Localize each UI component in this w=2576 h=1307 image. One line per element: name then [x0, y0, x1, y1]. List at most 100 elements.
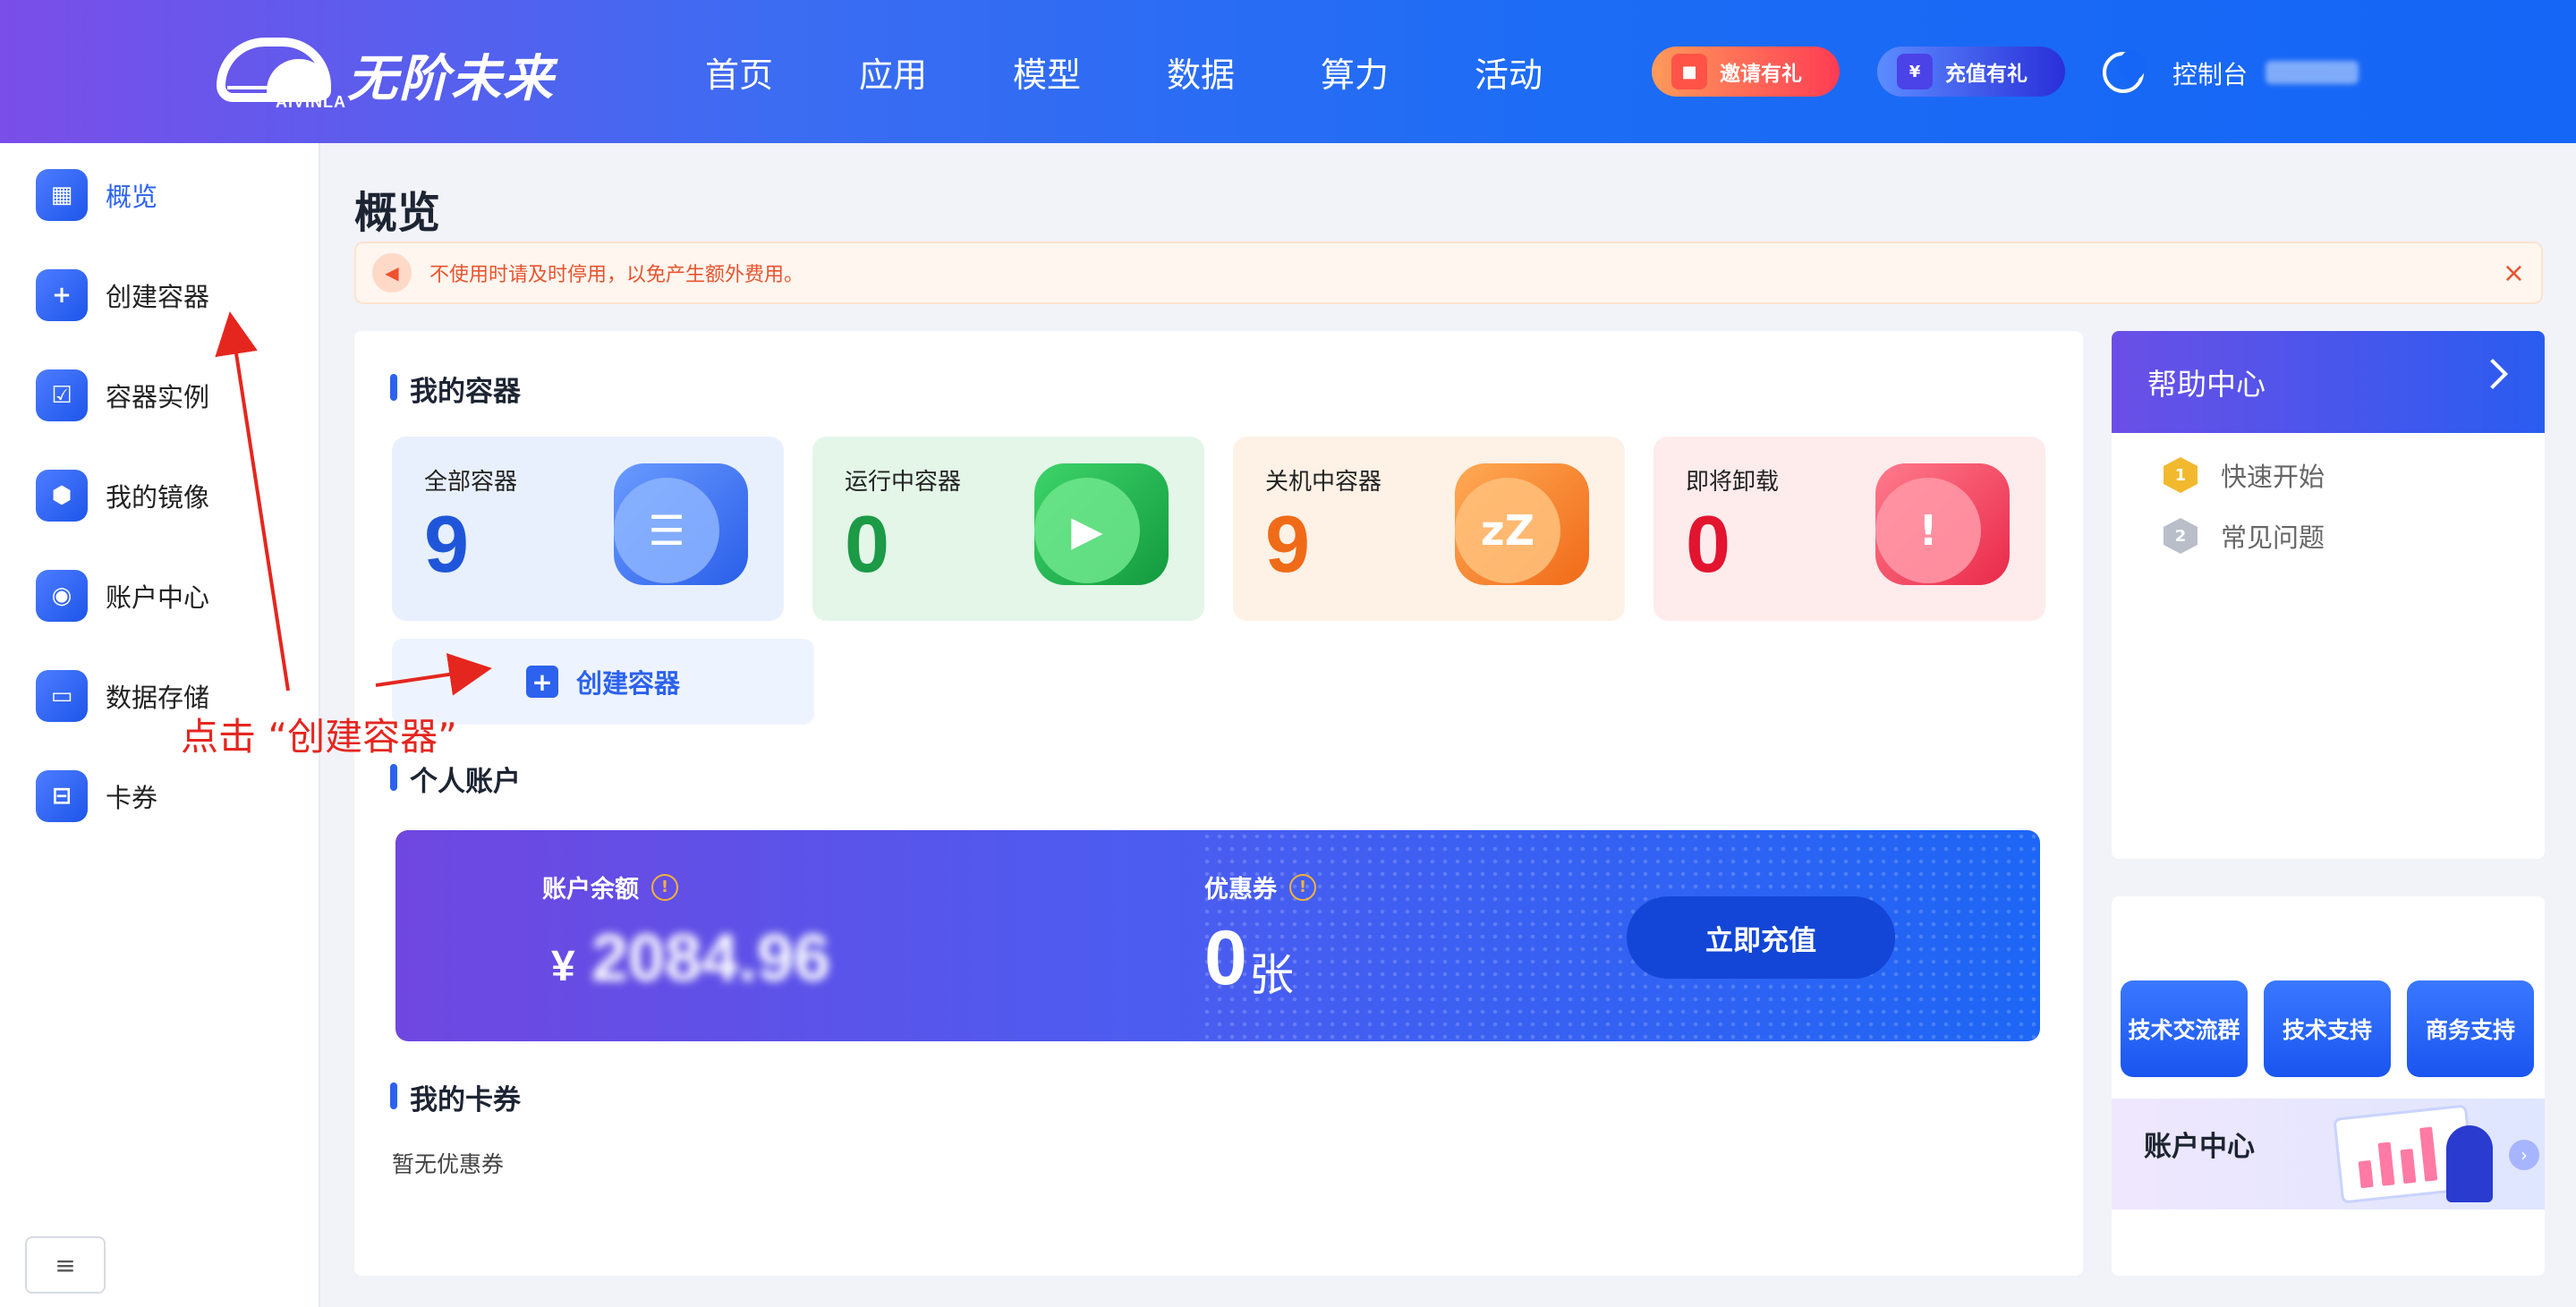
- close-icon[interactable]: ×: [2503, 258, 2525, 289]
- medal-2-icon: 2: [2164, 518, 2198, 554]
- sidebar-item-label: 容器实例: [106, 382, 210, 412]
- balance-amount: ¥ 2084.96: [551, 920, 830, 996]
- stat-running-containers[interactable]: 运行中容器 0 ▶: [812, 437, 1204, 621]
- section-title-account: 个人账户: [390, 759, 521, 799]
- coupon-icon: ⊟: [36, 770, 88, 822]
- nav-data[interactable]: 数据: [1124, 47, 1278, 97]
- account-center-banner[interactable]: 账户中心 ›: [2112, 1099, 2545, 1209]
- coupon-label-row: 优惠券 !: [1204, 870, 1316, 904]
- sidebar-item-account[interactable]: ◉ 账户中心: [36, 567, 209, 624]
- overview-icon: ▦: [36, 169, 88, 221]
- stat-label: 全部容器: [424, 469, 518, 496]
- sidebar-item-label: 创建容器: [106, 282, 210, 312]
- stat-value: 9: [1265, 500, 1311, 590]
- cloud-logo-icon: AIVINLA: [213, 34, 345, 115]
- notice-text: 不使用时请及时停用，以免产生额外费用。: [429, 264, 804, 286]
- sidebar-item-create-container[interactable]: + 创建容器: [36, 267, 209, 324]
- main-card: 我的容器 全部容器 9 ☰ 运行中容器 0 ▶ 关机中容器 9 zZ 即将卸载 …: [354, 331, 2083, 1276]
- info-icon[interactable]: !: [651, 873, 678, 901]
- images-icon: ⬢: [36, 470, 88, 522]
- invite-label: 邀请有礼: [1720, 63, 1802, 86]
- stat-stopped-containers[interactable]: 关机中容器 9 zZ: [1233, 437, 1625, 621]
- brand-sub: AIVINLA: [276, 93, 346, 111]
- info-icon[interactable]: !: [1289, 873, 1316, 901]
- sidebar-item-overview[interactable]: ▦ 概览: [36, 166, 157, 224]
- sidebar-item-instances[interactable]: ☑ 容器实例: [36, 367, 209, 424]
- chevron-right-icon[interactable]: ›: [2509, 1140, 2539, 1170]
- stat-unloading-containers[interactable]: 即将卸载 0 !: [1654, 437, 2045, 621]
- plus-box-icon: +: [36, 269, 88, 321]
- coupon-unit: 张: [1249, 949, 1294, 1001]
- brand-name: 无阶未来: [347, 49, 555, 108]
- help-center-title: 帮助中心: [2147, 367, 2266, 402]
- instances-icon: ☑: [36, 369, 88, 421]
- sidebar-item-label: 账户中心: [106, 582, 210, 613]
- balance-label-row: 账户余额 !: [542, 870, 678, 904]
- account-banner-title: 账户中心: [2144, 1131, 2255, 1163]
- section-title-containers: 我的容器: [390, 369, 521, 409]
- empty-coupons-text: 暂无优惠券: [392, 1151, 505, 1177]
- stat-label: 运行中容器: [845, 469, 962, 496]
- nav-events[interactable]: 活动: [1432, 47, 1586, 97]
- stat-value: 9: [424, 500, 470, 590]
- page-title: 概览: [354, 188, 441, 238]
- stat-value: 0: [845, 500, 890, 590]
- help-item-faq[interactable]: 2 常见问题: [2164, 517, 2325, 555]
- megaphone-icon: ◀: [372, 253, 412, 293]
- help-center-card: 帮助中心 1 快速开始 2 常见问题: [2112, 331, 2545, 859]
- medal-1-icon: 1: [2164, 457, 2198, 493]
- theme-toggle-icon[interactable]: [2103, 50, 2146, 93]
- brand-logo[interactable]: AIVINLA 无阶未来: [213, 34, 589, 115]
- sleep-icon: zZ: [1455, 463, 1589, 585]
- invite-button[interactable]: ■ 邀请有礼: [1652, 47, 1840, 97]
- ticket-icon: ¥: [1897, 54, 1933, 89]
- create-container-label: 创建容器: [575, 668, 680, 699]
- sidebar-item-label: 概览: [106, 182, 158, 212]
- plus-box-icon: +: [525, 666, 558, 698]
- business-support-button[interactable]: 商务支持: [2407, 980, 2534, 1077]
- stat-label: 关机中容器: [1265, 469, 1382, 496]
- nav-models[interactable]: 模型: [970, 47, 1124, 97]
- balance-card: 账户余额 ! ¥ 2084.96 优惠券 ! 0 张 立即充值: [395, 830, 2040, 1041]
- stat-all-containers[interactable]: 全部容器 9 ☰: [392, 437, 784, 621]
- top-header: AIVINLA 无阶未来 首页 应用 模型 数据 算力 活动 ■ 邀请有礼 ¥ …: [0, 0, 2576, 143]
- main-nav: 首页 应用 模型 数据 算力 活动: [662, 0, 1586, 143]
- balance-label: 账户余额: [542, 876, 639, 904]
- nav-compute[interactable]: 算力: [1278, 47, 1432, 97]
- support-card: 技术交流群 技术支持 商务支持 账户中心 ›: [2112, 896, 2545, 1276]
- menu-collapse-icon: ≡: [55, 1250, 76, 1280]
- sidebar-item-label: 卡券: [106, 783, 158, 813]
- help-item-label: 常见问题: [2221, 522, 2325, 553]
- sidebar-item-coupons[interactable]: ⊟ 卡券: [36, 768, 157, 825]
- account-icon: ◉: [36, 570, 88, 622]
- chevron-right-icon: [2478, 359, 2508, 389]
- server-icon: ☰: [614, 463, 748, 585]
- tech-support-button[interactable]: 技术支持: [2264, 980, 2391, 1077]
- coupon-label: 优惠券: [1204, 876, 1277, 904]
- annotation-text: 点击 “创建容器”: [181, 715, 457, 759]
- sidebar-item-label: 我的镜像: [106, 482, 210, 513]
- sidebar-collapse-button[interactable]: ≡: [25, 1236, 106, 1294]
- stat-label: 即将卸载: [1686, 469, 1780, 496]
- coupon-count: 0: [1204, 915, 1247, 1001]
- balance-value: 2084.96: [591, 921, 831, 995]
- help-item-quick-start[interactable]: 1 快速开始: [2164, 456, 2325, 494]
- person-illustration-icon: [2446, 1125, 2493, 1202]
- console-link[interactable]: 控制台: [2172, 55, 2248, 91]
- section-title-coupons: 我的卡券: [390, 1077, 521, 1117]
- storage-icon: ▭: [36, 670, 88, 722]
- play-icon: ▶: [1034, 463, 1169, 585]
- tech-group-button[interactable]: 技术交流群: [2121, 980, 2248, 1077]
- username-blurred[interactable]: [2266, 61, 2359, 84]
- nav-home[interactable]: 首页: [662, 47, 816, 97]
- currency-symbol: ¥: [551, 943, 575, 990]
- nav-apps[interactable]: 应用: [816, 47, 970, 97]
- recharge-now-button[interactable]: 立即充值: [1627, 896, 1895, 979]
- recharge-promo-label: 充值有礼: [1945, 63, 2028, 86]
- recharge-promo-button[interactable]: ¥ 充值有礼: [1877, 47, 2065, 97]
- warning-icon: !: [1875, 463, 2010, 585]
- stat-value: 0: [1686, 500, 1731, 590]
- help-center-header[interactable]: 帮助中心: [2112, 331, 2545, 433]
- sidebar-item-images[interactable]: ⬢ 我的镜像: [36, 467, 209, 524]
- help-item-label: 快速开始: [2221, 462, 2325, 492]
